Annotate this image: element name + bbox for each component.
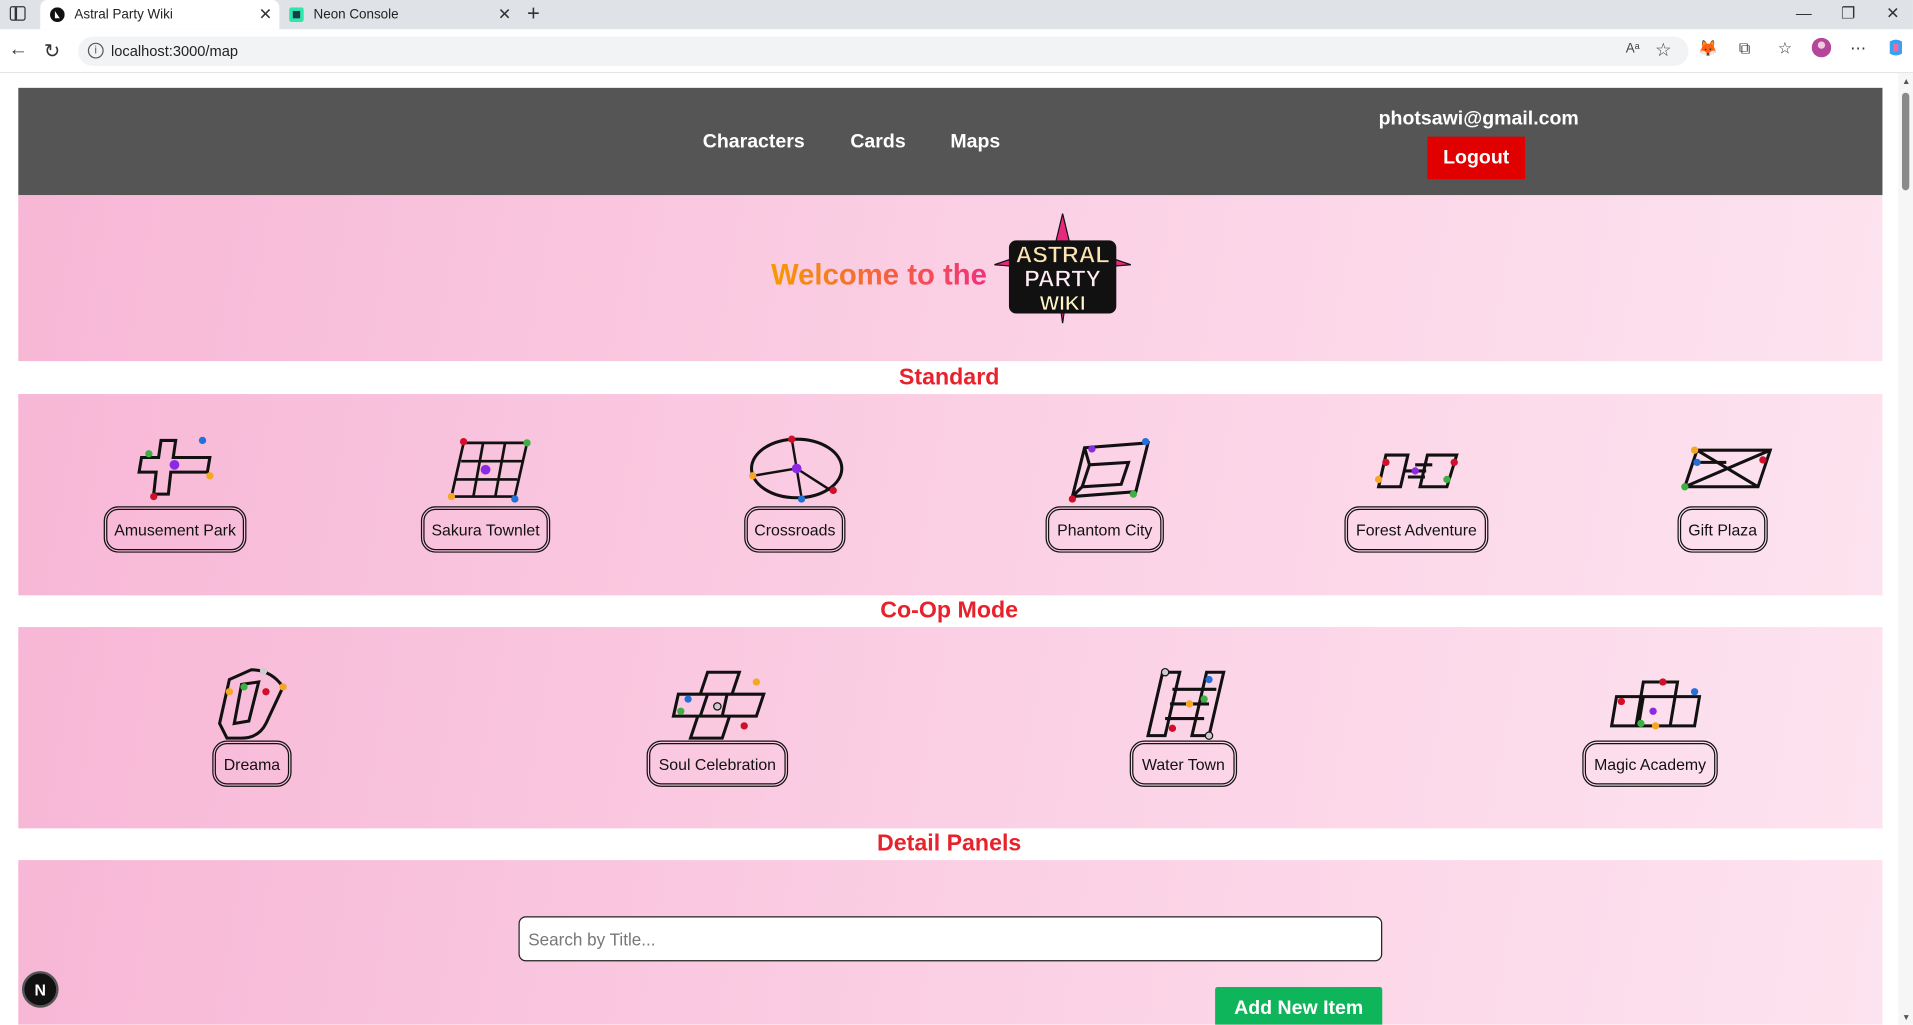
logo-text-astral: ASTRAL [1016, 241, 1110, 267]
minimize-icon[interactable]: — [1796, 4, 1812, 22]
map-name-button[interactable]: Water Town [1129, 740, 1238, 787]
map-card-forest-adventure[interactable]: Forest Adventure [1344, 436, 1490, 558]
neon-favicon-icon [289, 7, 304, 22]
coop-maps-panel: Dreama Soul Celebration Water Town Magic… [18, 627, 1883, 829]
nextjs-favicon-icon [50, 7, 65, 22]
tab-astral-party-wiki[interactable]: Astral Party Wiki ✕ [40, 0, 280, 30]
map-card-soul-celebration[interactable]: Soul Celebration [646, 667, 791, 789]
favorites-icon[interactable]: ☆ [1774, 38, 1796, 60]
tab-close-icon[interactable]: ✕ [498, 5, 511, 25]
new-tab-icon[interactable]: + [527, 1, 540, 27]
metamask-extension-icon[interactable]: 🦊 [1697, 38, 1719, 60]
back-icon[interactable]: ← [9, 39, 29, 61]
logo-text-wiki: WIKI [1040, 292, 1086, 315]
nav-characters[interactable]: Characters [703, 132, 805, 154]
map-card-phantom-city[interactable]: Phantom City [1045, 436, 1168, 558]
tab-title: Neon Console [313, 7, 399, 22]
map-name-button[interactable]: Amusement Park [103, 506, 247, 553]
site-info-icon[interactable]: i [87, 42, 104, 59]
section-title-standard: Standard [898, 364, 1000, 391]
section-title-detail-panels: Detail Panels [877, 830, 1022, 857]
water-town-map-icon [1146, 667, 1226, 740]
map-name-button[interactable]: Sakura Townlet [420, 506, 551, 553]
map-name-button[interactable]: Soul Celebration [646, 740, 789, 787]
extensions-icon[interactable]: ⧉ [1734, 38, 1756, 60]
map-name-button[interactable]: Crossroads [744, 506, 846, 553]
logout-button[interactable]: Logout [1427, 136, 1525, 180]
page-content: Characters Cards Maps photsawi@gmail.com… [0, 73, 1899, 1025]
astral-party-logo: ASTRAL PARTY WIKI [994, 213, 1131, 324]
restore-icon[interactable]: ❐ [1841, 4, 1855, 24]
map-card-amusement-park[interactable]: Amusement Park [103, 436, 247, 558]
logo-text-party: PARTY [1024, 266, 1101, 292]
tab-title: Astral Party Wiki [74, 7, 173, 22]
site-header: Characters Cards Maps photsawi@gmail.com… [18, 87, 1883, 196]
nextjs-dev-indicator[interactable]: N [21, 971, 59, 1008]
gift-plaza-map-icon [1681, 446, 1773, 491]
forest-adventure-map-icon [1374, 453, 1459, 489]
favorite-star-icon[interactable]: ☆ [1655, 39, 1671, 61]
map-name-button[interactable]: Magic Academy [1582, 740, 1718, 787]
reload-icon[interactable]: ↻ [44, 39, 60, 63]
phantom-city-map-icon [1068, 437, 1151, 503]
nav-maps[interactable]: Maps [950, 132, 1000, 154]
crossroads-map-icon [749, 435, 844, 503]
map-card-gift-plaza[interactable]: Gift Plaza [1677, 436, 1776, 558]
more-menu-icon[interactable]: ⋯ [1847, 38, 1869, 60]
scroll-down-icon[interactable]: ▼ [1902, 1014, 1910, 1023]
map-name-button[interactable]: Gift Plaza [1677, 506, 1768, 553]
soul-celebration-map-icon [671, 670, 766, 740]
welcome-text: Welcome to the [771, 258, 987, 292]
tab-close-icon[interactable]: ✕ [259, 5, 272, 25]
url-text: localhost:3000/map [111, 42, 238, 60]
map-name-button[interactable]: Forest Adventure [1344, 506, 1489, 553]
map-card-magic-academy[interactable]: Magic Academy [1582, 667, 1719, 789]
search-by-title-input[interactable] [518, 916, 1383, 962]
sakura-townlet-map-icon [447, 437, 531, 503]
address-toolbar: ← ↻ i localhost:3000/map Aᵃ ☆ 🦊 ⧉ ☆ ⋯ [0, 29, 1913, 74]
dreama-map-icon [217, 667, 287, 740]
profile-avatar-icon[interactable] [1810, 37, 1832, 60]
magic-academy-map-icon [1609, 678, 1702, 730]
map-card-dreama[interactable]: Dreama [212, 667, 293, 789]
sidebar-toggle-icon[interactable] [9, 6, 26, 21]
browser-tab-bar: Astral Party Wiki ✕ Neon Console ✕ + — ❐… [0, 0, 1913, 30]
tab-neon-console[interactable]: Neon Console ✕ [279, 0, 518, 29]
amusement-park-map-icon [137, 436, 214, 501]
scroll-thumb[interactable] [1901, 92, 1910, 191]
map-name-button[interactable]: Phantom City [1045, 506, 1164, 553]
url-bar[interactable]: i localhost:3000/map Aᵃ ☆ [78, 36, 1689, 66]
read-aloud-icon[interactable]: Aᵃ [1626, 41, 1640, 56]
nav-cards[interactable]: Cards [850, 132, 905, 154]
map-name-button[interactable]: Dreama [212, 740, 292, 787]
map-card-water-town[interactable]: Water Town [1129, 667, 1240, 789]
map-card-crossroads[interactable]: Crossroads [744, 435, 854, 558]
scroll-up-icon[interactable]: ▲ [1902, 78, 1910, 87]
welcome-banner: Welcome to the ASTRAL PARTY WIKI [18, 195, 1883, 362]
close-window-icon[interactable]: ✕ [1886, 4, 1899, 24]
detail-panels-area: Add New Item [18, 860, 1883, 1025]
user-email: photsawi@gmail.com [1378, 108, 1579, 130]
map-card-sakura-townlet[interactable]: Sakura Townlet [420, 436, 555, 558]
add-new-item-button[interactable]: Add New Item [1215, 986, 1383, 1025]
standard-maps-panel: Amusement Park Sakura Townlet Crossroads [18, 394, 1883, 596]
page-scrollbar[interactable]: ▲ ▼ [1898, 73, 1913, 1025]
section-title-coop: Co-Op Mode [880, 597, 1019, 624]
copilot-icon[interactable] [1885, 38, 1907, 60]
